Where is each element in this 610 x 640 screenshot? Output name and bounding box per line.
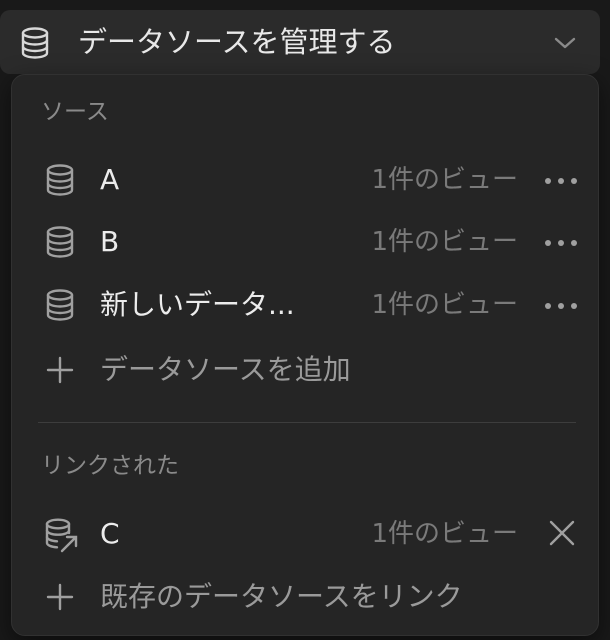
manage-data-sources-header[interactable]: データソースを管理する	[0, 10, 600, 74]
page-title: データソースを管理する	[78, 25, 396, 59]
database-icon	[18, 26, 52, 60]
close-icon[interactable]	[548, 519, 576, 547]
more-options-icon[interactable]	[544, 239, 578, 247]
linked-database-icon	[43, 517, 78, 553]
data-source-manager: データソースを管理する ソース A 1件のビュー B 1件のビュー 新しいデータ…	[0, 0, 610, 640]
source-name: B	[100, 225, 120, 258]
add-data-source-button[interactable]: データソースを追加	[12, 341, 600, 401]
chevron-down-icon[interactable]	[551, 32, 579, 54]
source-row-b[interactable]: B 1件のビュー	[12, 213, 600, 273]
data-source-dropdown: ソース A 1件のビュー B 1件のビュー 新しいデータ... 1件のビュー デ…	[11, 74, 599, 636]
source-row-a[interactable]: A 1件のビュー	[12, 151, 600, 211]
more-options-icon[interactable]	[544, 302, 578, 310]
source-name: C	[100, 517, 120, 550]
database-icon	[43, 225, 77, 259]
view-count: 1件のビュー	[371, 165, 518, 195]
section-label-linked: リンクされた	[41, 453, 179, 479]
plus-icon	[45, 355, 75, 385]
view-count: 1件のビュー	[371, 227, 518, 257]
divider	[38, 422, 576, 423]
source-name: 新しいデータ...	[100, 288, 295, 321]
link-existing-label: 既存のデータソースをリンク	[100, 580, 463, 613]
section-label-sources: ソース	[41, 99, 109, 125]
link-existing-data-source-button[interactable]: 既存のデータソースをリンク	[12, 568, 600, 628]
database-icon	[43, 288, 77, 322]
source-name: A	[100, 163, 120, 196]
linked-source-row-c[interactable]: C 1件のビュー	[12, 505, 600, 565]
source-row-new[interactable]: 新しいデータ... 1件のビュー	[12, 276, 600, 336]
view-count: 1件のビュー	[371, 519, 518, 549]
view-count: 1件のビュー	[371, 290, 518, 320]
more-options-icon[interactable]	[544, 177, 578, 185]
add-data-source-label: データソースを追加	[100, 353, 351, 386]
plus-icon	[45, 582, 75, 612]
database-icon	[43, 163, 77, 197]
